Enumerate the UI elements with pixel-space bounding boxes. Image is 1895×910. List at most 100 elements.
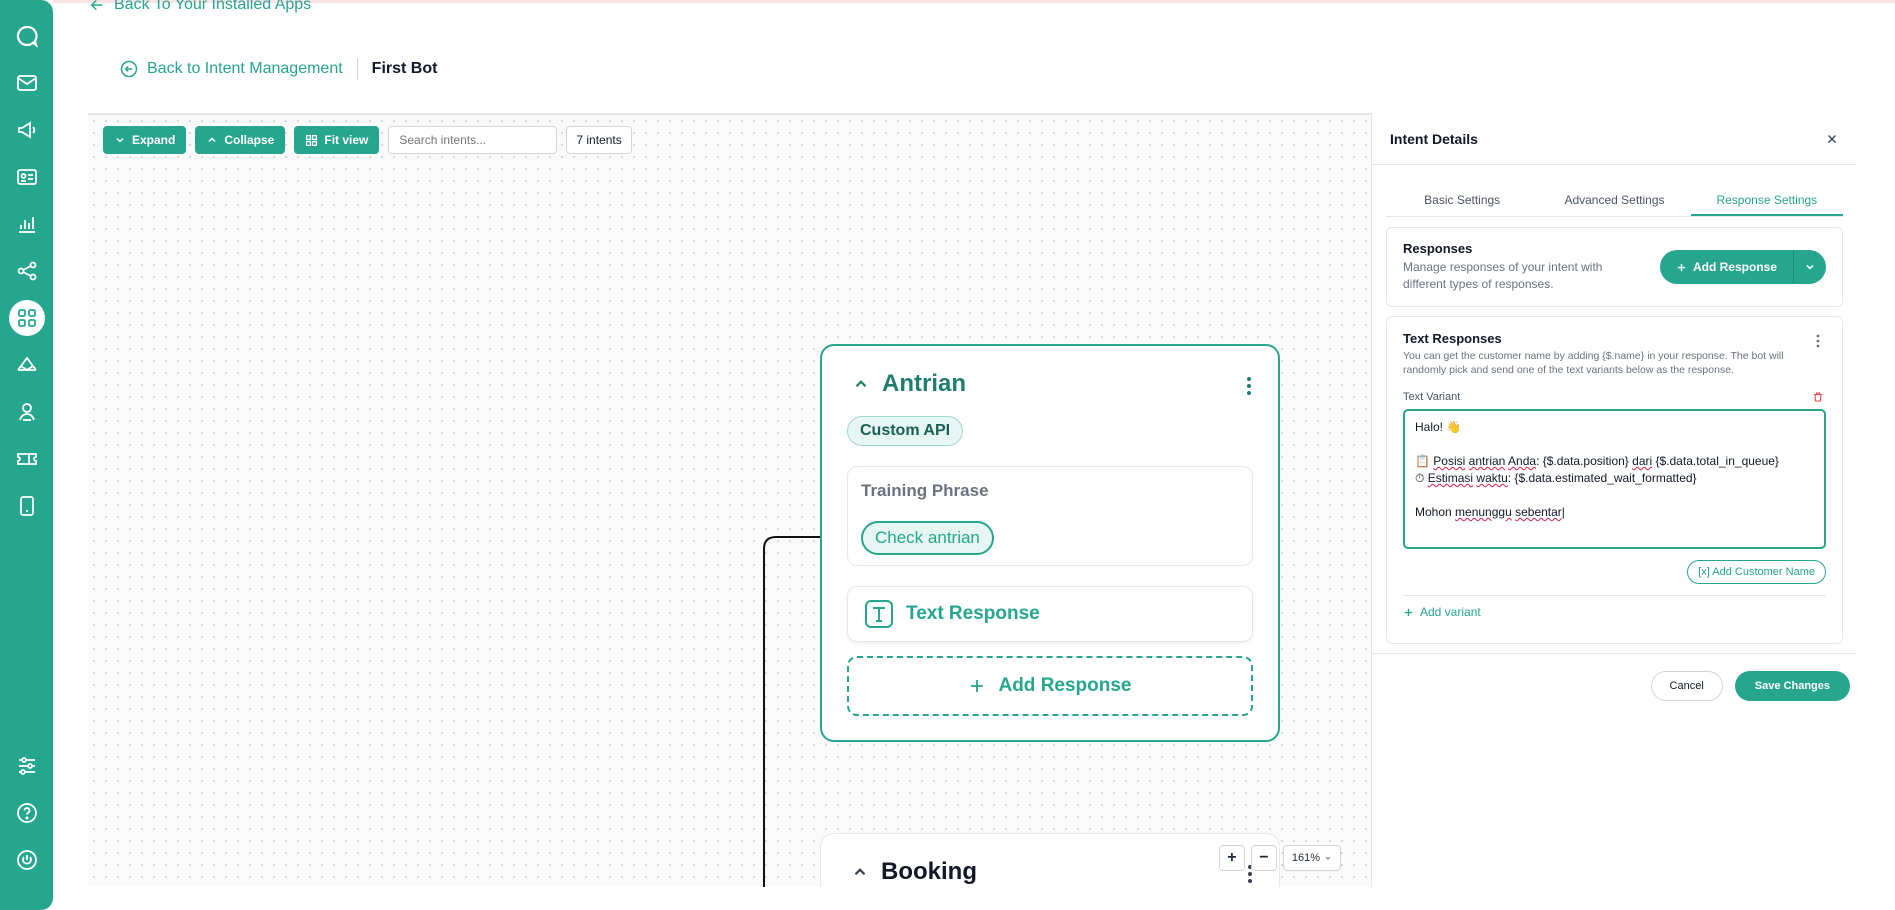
analytics-icon[interactable]: [6, 204, 47, 244]
channels-icon[interactable]: [6, 345, 47, 385]
text-word: sebentar: [1515, 505, 1562, 519]
sidebar: [0, 0, 53, 910]
intent-node-antrian[interactable]: Antrian Custom API Training Phrase Check…: [820, 344, 1280, 742]
page-header: Back to Intent Management First Bot: [119, 58, 437, 80]
add-response-button[interactable]: Add Response: [847, 656, 1253, 716]
flow-canvas[interactable]: Expand Collapse Fit view 7 intents Antri…: [88, 113, 1371, 887]
training-phrase-box: Training Phrase Check antrian: [847, 466, 1253, 566]
back-to-intent-link[interactable]: Back to Intent Management: [119, 59, 343, 79]
responses-description: Manage responses of your intent with dif…: [1403, 260, 1603, 291]
responses-text: Responses Manage responses of your inten…: [1403, 241, 1633, 293]
close-icon[interactable]: [1825, 132, 1839, 146]
tab-advanced-settings[interactable]: Advanced Settings: [1538, 183, 1690, 216]
kebab-menu-icon[interactable]: [1246, 376, 1252, 401]
custom-api-badge: Custom API: [847, 416, 964, 446]
chevron-down-icon: [116, 137, 124, 143]
chevron-up-icon: [208, 137, 216, 143]
chat-logo-icon[interactable]: [6, 16, 47, 56]
cancel-button[interactable]: Cancel: [1650, 671, 1723, 701]
mobile-icon[interactable]: [6, 486, 47, 526]
text-type-icon: [865, 600, 893, 628]
text-word: Posisi: [1433, 454, 1466, 468]
top-strip: [53, 0, 1895, 3]
add-response-split-button: Add Response: [1659, 250, 1826, 284]
chevron-up-icon[interactable]: [852, 375, 870, 393]
header-divider: [356, 58, 358, 80]
panel-header: Intent Details: [1372, 113, 1857, 165]
add-variant-button[interactable]: Add variant: [1403, 605, 1481, 619]
back-to-apps-link[interactable]: Back To Your Installed Apps: [88, 0, 311, 14]
plus-icon: [1404, 608, 1413, 616]
text-word: Estimasi: [1427, 471, 1474, 485]
responses-card: Responses Manage responses of your inten…: [1386, 227, 1843, 307]
back-to-apps-label: Back To Your Installed Apps: [114, 0, 312, 13]
text-segment: : {$.data.position}: [1536, 454, 1633, 468]
integrations-icon[interactable]: [6, 251, 47, 291]
card-divider: [1403, 595, 1826, 596]
chevron-up-icon[interactable]: [851, 863, 869, 881]
add-customer-name-button[interactable]: [x] Add Customer Name: [1687, 560, 1826, 584]
back-to-intent-label: Back to Intent Management: [147, 60, 343, 77]
contacts-icon[interactable]: [6, 157, 47, 197]
text-line-3-icon: 📋: [1415, 454, 1430, 468]
text-variant-textarea[interactable]: Halo! 👋 📋 Posisi antrian Anda: {$.data.p…: [1403, 409, 1826, 549]
save-changes-button[interactable]: Save Changes: [1734, 671, 1850, 701]
text-response-card[interactable]: Text Response: [847, 586, 1253, 642]
tickets-icon[interactable]: [6, 439, 47, 479]
add-response-dropdown[interactable]: [1794, 250, 1826, 284]
plus-icon: [1677, 263, 1686, 271]
intent-node-header: Booking: [851, 858, 977, 886]
training-phrase-chip[interactable]: Check antrian: [861, 521, 994, 555]
panel-add-response-button[interactable]: Add Response: [1660, 250, 1794, 284]
circle-arrow-left-icon: [120, 60, 138, 78]
training-phrase-label: Training Phrase: [861, 481, 989, 500]
text-responses-title: Text Responses: [1403, 331, 1502, 346]
kebab-menu-icon[interactable]: [1816, 334, 1820, 353]
collapse-button[interactable]: Collapse: [195, 126, 286, 154]
intent-node-title: Booking: [881, 858, 977, 885]
settings-tabs: Basic Settings Advanced Settings Respons…: [1386, 183, 1843, 217]
trash-icon[interactable]: [1812, 390, 1824, 408]
search-intents-input[interactable]: [388, 126, 558, 154]
text-responses-card: Text Responses You can get the customer …: [1386, 316, 1843, 644]
agents-icon[interactable]: [6, 392, 47, 432]
arrow-left-icon: [90, 0, 103, 11]
power-icon[interactable]: [6, 840, 47, 880]
intent-details-panel: Intent Details Basic Settings Advanced S…: [1371, 113, 1857, 887]
tab-basic-settings[interactable]: Basic Settings: [1386, 183, 1538, 216]
expand-label: Expand: [132, 133, 176, 147]
apps-icon[interactable]: [6, 298, 47, 338]
collapse-label: Collapse: [224, 133, 275, 147]
text-line-1: Halo! 👋: [1415, 420, 1462, 434]
panel-add-response-label: Add Response: [1692, 260, 1777, 274]
chevron-down-icon: [1806, 264, 1814, 270]
panel-footer: Cancel Save Changes: [1650, 671, 1850, 701]
text-line-4-icon: ⏱: [1415, 471, 1425, 485]
text-word: waktu: [1476, 471, 1508, 485]
tab-response-settings[interactable]: Response Settings: [1690, 183, 1843, 216]
intent-count-badge: 7 intents: [566, 126, 632, 154]
text-word: antrian: [1468, 454, 1506, 468]
broadcast-icon[interactable]: [6, 110, 47, 150]
help-icon[interactable]: [6, 793, 47, 833]
zoom-in-button[interactable]: +: [1218, 845, 1245, 871]
text-responses-description: You can get the customer name by adding …: [1403, 350, 1784, 376]
text-word: dari: [1632, 454, 1653, 468]
fit-view-button[interactable]: Fit view: [294, 126, 380, 154]
responses-title: Responses: [1403, 241, 1473, 256]
text-variant-label: Text Variant: [1403, 391, 1461, 403]
settings-icon[interactable]: [6, 746, 47, 786]
text-response-label: Text Response: [906, 603, 1040, 624]
inbox-icon[interactable]: [6, 63, 47, 103]
fit-view-label: Fit view: [324, 133, 369, 147]
app-root: Back To Your Installed Apps Back to Inte…: [0, 0, 1895, 910]
expand-button[interactable]: Expand: [103, 126, 187, 154]
canvas-toolbar: Expand Collapse Fit view 7 intents: [103, 126, 632, 154]
add-response-label: Add Response: [998, 675, 1132, 696]
zoom-level-select[interactable]: 161%: [1282, 845, 1341, 871]
intent-node-title: Antrian: [882, 370, 966, 397]
text-word: Anda: [1508, 454, 1537, 468]
chevron-down-icon: [1325, 856, 1331, 860]
intent-node-booking[interactable]: Booking: [820, 833, 1280, 887]
zoom-out-button[interactable]: −: [1250, 845, 1277, 871]
